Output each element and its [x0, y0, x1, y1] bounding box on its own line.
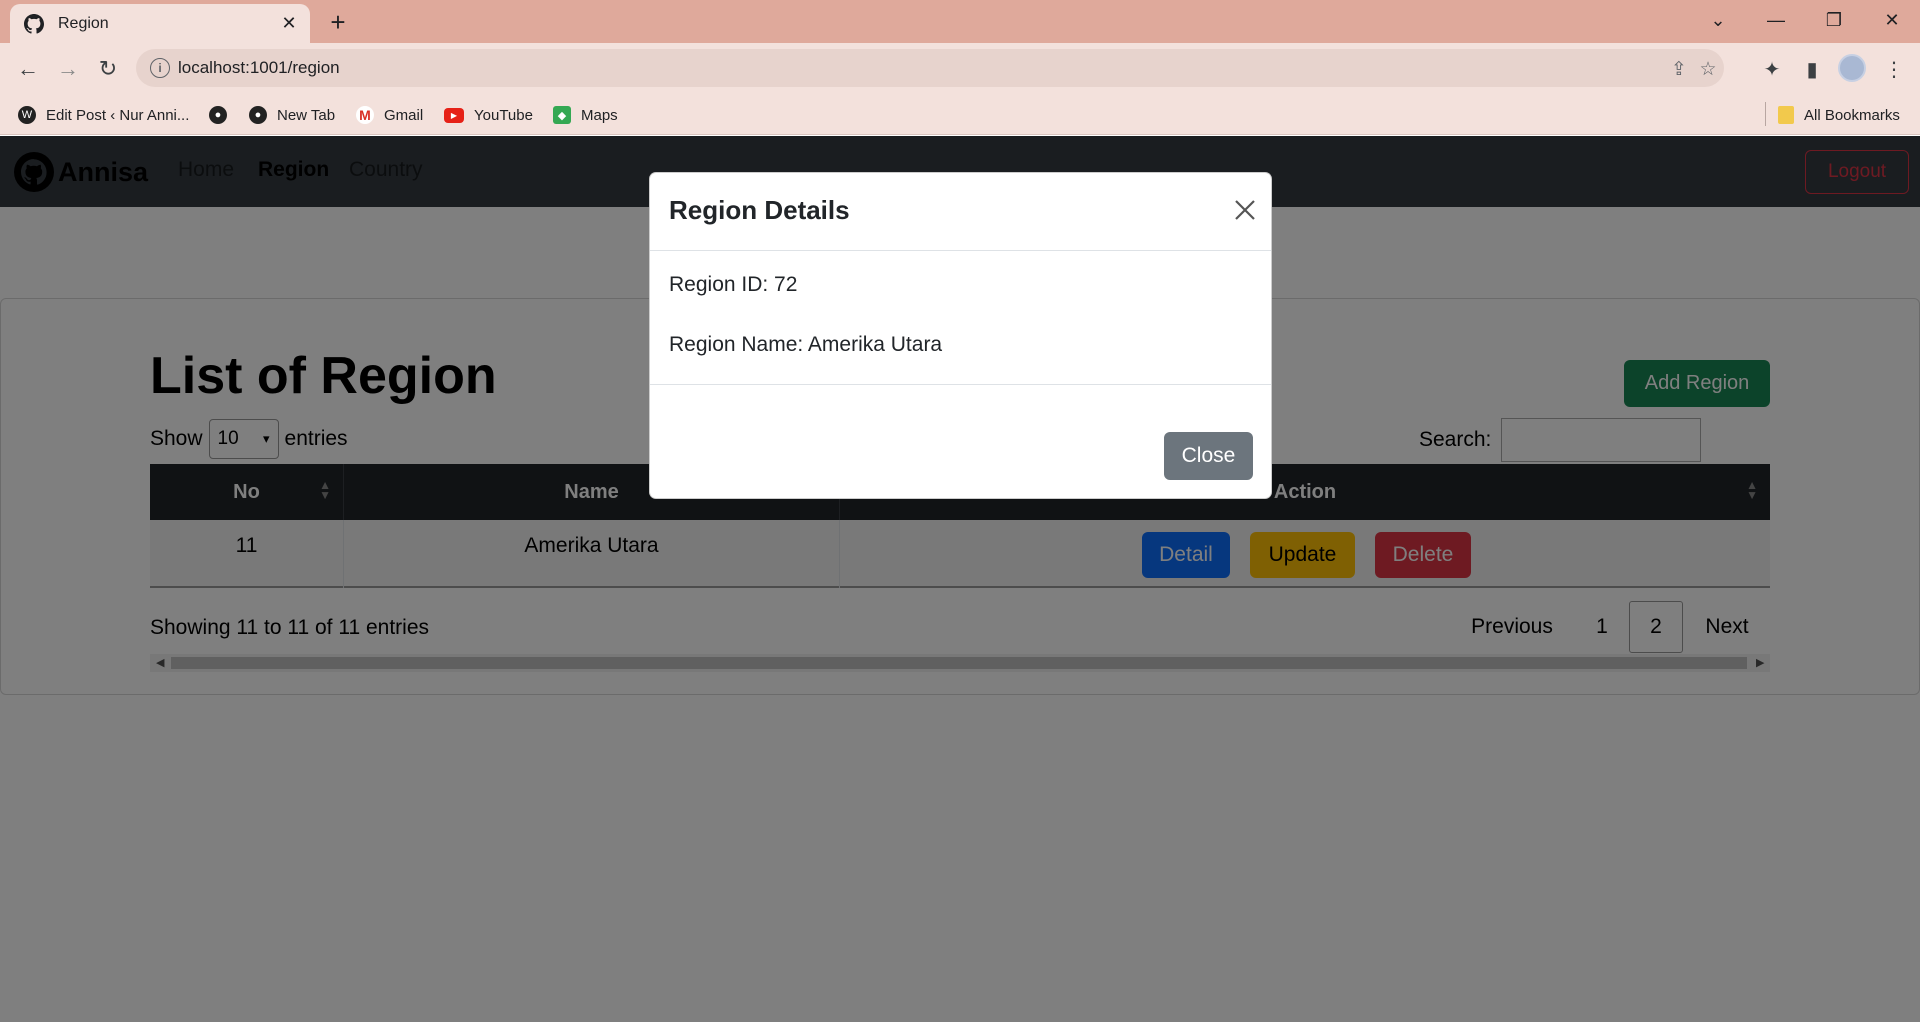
region-id-text: Region ID: 72	[669, 273, 798, 296]
browser-menu-icon[interactable]: ⋮	[1878, 53, 1910, 85]
site-info-icon[interactable]: i	[150, 58, 170, 78]
extensions-puzzle-icon[interactable]: ✦	[1756, 53, 1788, 85]
bookmark-star-icon[interactable]: ☆	[1695, 56, 1721, 82]
all-bookmarks[interactable]: All Bookmarks	[1778, 104, 1900, 126]
bookmark-gmail[interactable]: M Gmail	[356, 104, 423, 126]
region-name-text: Region Name: Amerika Utara	[669, 333, 943, 356]
bookmark-youtube[interactable]: ▶ YouTube	[444, 104, 533, 126]
bookmark-edit-post[interactable]: W Edit Post ‹ Nur Anni...	[18, 104, 189, 126]
gmail-icon: M	[356, 106, 374, 124]
modal-body: Region ID: 72 Region Name: Amerika Utara	[650, 252, 1271, 385]
bookmarks-bar: W Edit Post ‹ Nur Anni... ● ● New Tab M …	[0, 95, 1920, 135]
maps-icon: ◆	[553, 106, 571, 124]
share-icon[interactable]: ⇪	[1666, 56, 1692, 82]
profile-avatar[interactable]	[1838, 54, 1866, 82]
tab-title: Region	[58, 14, 109, 32]
globe-icon: ●	[209, 106, 227, 124]
tab-search-chevron-icon[interactable]: ⌄	[1690, 0, 1746, 40]
wordpress-icon: W	[18, 106, 36, 124]
window-close-icon[interactable]: ✕	[1864, 0, 1920, 40]
address-bar[interactable]: i localhost:1001/region ⇪ ☆	[136, 49, 1724, 87]
region-details-modal: Region Details Region ID: 72 Region Name…	[649, 172, 1272, 499]
folder-icon	[1778, 106, 1794, 124]
side-panel-icon[interactable]: ▮	[1796, 53, 1828, 85]
youtube-icon: ▶	[444, 107, 464, 123]
modal-header: Region Details	[650, 173, 1271, 251]
bookmark-maps[interactable]: ◆ Maps	[553, 104, 618, 126]
minimize-icon[interactable]: —	[1748, 0, 1804, 40]
restore-icon[interactable]: ❐	[1806, 0, 1862, 40]
tab-close-icon[interactable]: ✕	[274, 9, 304, 39]
browser-tab[interactable]: Region ✕	[10, 4, 310, 43]
forward-arrow-icon[interactable]: →	[52, 53, 84, 85]
github-icon	[24, 13, 44, 34]
browser-toolbar: ← → ↻ i localhost:1001/region ⇪ ☆ ✦ ▮ ⋮	[0, 43, 1920, 95]
bookmarks-separator	[1765, 102, 1766, 126]
globe-icon: ●	[249, 106, 267, 124]
new-tab-button[interactable]: +	[322, 6, 354, 38]
back-arrow-icon[interactable]: ←	[12, 53, 44, 85]
bookmark-new-tab[interactable]: ● New Tab	[249, 104, 335, 126]
modal-title: Region Details	[669, 195, 850, 225]
close-icon[interactable]	[1230, 195, 1260, 225]
bookmark-globe[interactable]: ●	[209, 104, 237, 126]
url-text[interactable]: localhost:1001/region	[178, 58, 340, 78]
reload-icon[interactable]: ↻	[92, 53, 124, 85]
modal-close-button[interactable]: Close	[1164, 432, 1253, 480]
browser-tab-strip: Region ✕ + ⌄ — ❐ ✕	[0, 0, 1920, 43]
